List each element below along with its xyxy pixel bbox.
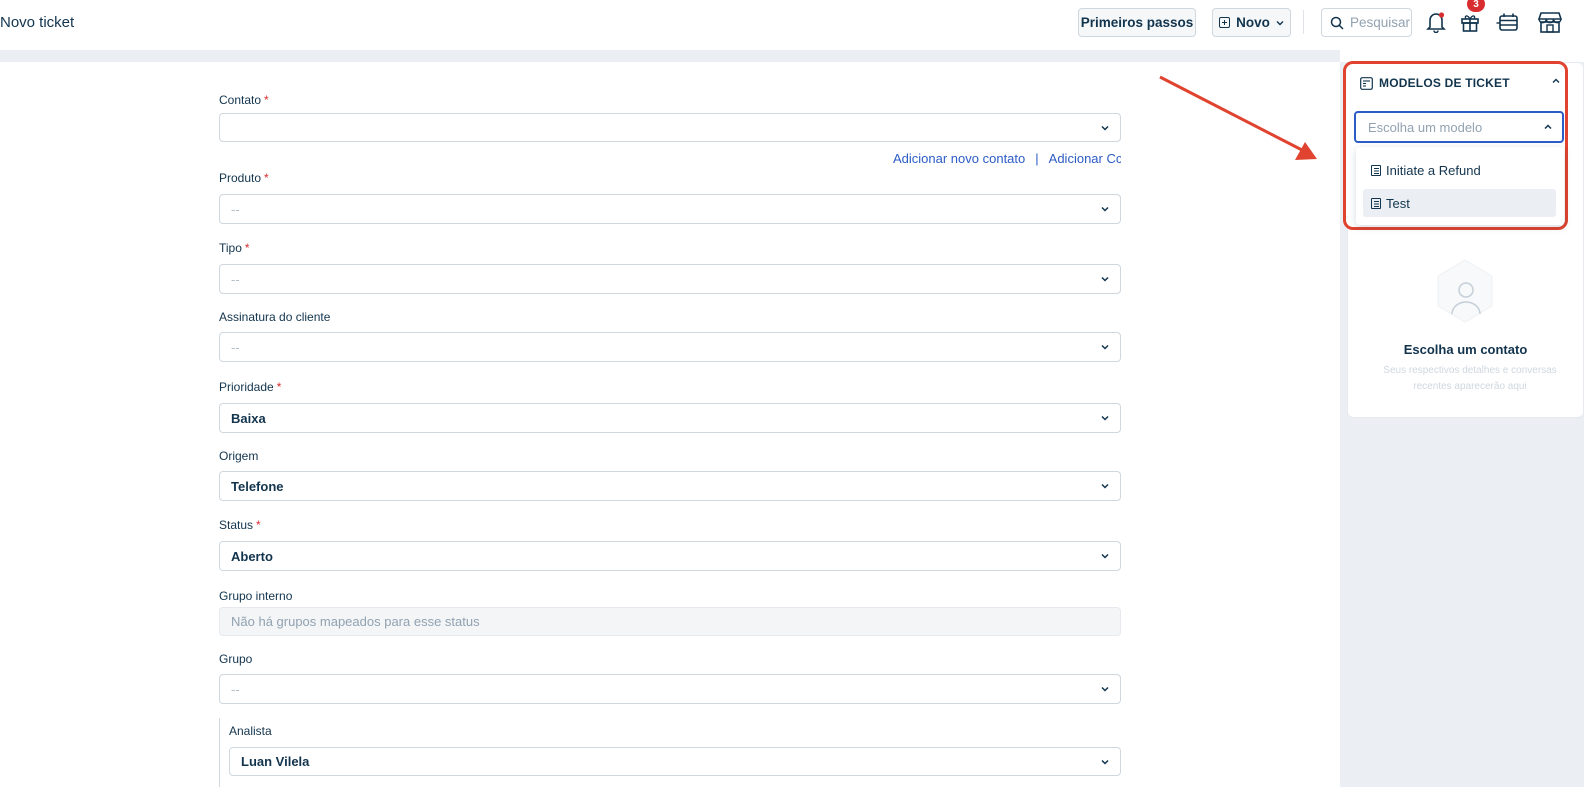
- notifications-button[interactable]: [1423, 9, 1449, 35]
- model-option[interactable]: Initiate a Refund: [1363, 156, 1556, 184]
- prioridade-select[interactable]: Baixa: [219, 403, 1121, 433]
- content-top-border: [0, 50, 1340, 62]
- chevron-down-icon: [1101, 276, 1109, 282]
- contact-placeholder-icon: [1437, 259, 1493, 323]
- tipo-select[interactable]: --: [219, 264, 1121, 294]
- prioridade-label: Prioridade *: [219, 380, 282, 394]
- model-option[interactable]: Test: [1363, 189, 1556, 217]
- annotation-arrow-icon: [1159, 75, 1317, 160]
- calendar-icon: [1496, 13, 1518, 31]
- store-icon: [1538, 12, 1562, 33]
- grupo-select[interactable]: --: [219, 674, 1121, 704]
- chevron-down-icon: [1101, 415, 1109, 421]
- chevron-down-icon: [1101, 206, 1109, 212]
- header-divider: [1303, 10, 1304, 34]
- produto-select[interactable]: --: [219, 194, 1121, 224]
- novo-label: Novo: [1236, 15, 1270, 30]
- contact-links: Adicionar novo contato | Adicionar Cc: [893, 151, 1121, 166]
- chevron-down-icon: [1276, 20, 1284, 25]
- novo-button[interactable]: Novo: [1212, 8, 1291, 37]
- top-header: Novo ticket Primeiros passos Novo Pesqui…: [0, 0, 1584, 50]
- chevron-down-icon: [1101, 483, 1109, 489]
- chevron-down-icon: [1101, 686, 1109, 692]
- origem-label: Origem: [219, 449, 259, 463]
- bell-icon: [1426, 12, 1446, 33]
- assinatura-select[interactable]: --: [219, 332, 1121, 362]
- status-label: Status *: [219, 518, 261, 532]
- gifts-button[interactable]: [1457, 9, 1483, 35]
- page-title: Novo ticket: [0, 14, 75, 31]
- grupo-label: Grupo: [219, 652, 253, 666]
- add-contact-link[interactable]: Adicionar novo contato: [893, 151, 1025, 166]
- analista-label: Analista: [229, 724, 272, 738]
- plus-box-icon: [1219, 17, 1231, 28]
- contact-empty-title: Escolha um contato: [1403, 342, 1528, 357]
- gift-icon: [1461, 15, 1479, 32]
- document-icon: [1371, 197, 1381, 209]
- primeiros-passos-button[interactable]: Primeiros passos: [1078, 8, 1196, 37]
- model-select[interactable]: Escolha um modelo: [1354, 111, 1564, 143]
- tipo-label: Tipo *: [219, 241, 250, 255]
- grupo-interno-label: Grupo interno: [219, 589, 293, 603]
- marketplace-button[interactable]: [1537, 9, 1563, 35]
- analista-select[interactable]: Luan Vilela: [229, 747, 1121, 776]
- chevron-down-icon: [1101, 125, 1109, 131]
- chevron-down-icon: [1101, 553, 1109, 559]
- modelos-header[interactable]: MODELOS DE TICKET: [1360, 76, 1510, 90]
- collapse-chevron-icon[interactable]: [1551, 76, 1561, 86]
- contact-empty-subtitle: Seus respectivos detalhes e conversas re…: [1383, 365, 1557, 392]
- contato-label: Contato *: [219, 93, 269, 107]
- chevron-up-icon: [1544, 124, 1552, 130]
- status-select[interactable]: Aberto: [219, 541, 1121, 571]
- produto-label: Produto *: [219, 171, 269, 185]
- search-icon: [1330, 16, 1344, 30]
- modelos-title: MODELOS DE TICKET: [1379, 76, 1510, 90]
- model-select-placeholder: Escolha um modelo: [1368, 119, 1483, 135]
- document-icon: [1371, 164, 1381, 176]
- calendar-button[interactable]: [1495, 9, 1521, 35]
- origem-select[interactable]: Telefone: [219, 471, 1121, 501]
- search-placeholder: Pesquisar: [1350, 15, 1411, 30]
- chevron-down-icon: [1101, 759, 1109, 765]
- assinatura-label: Assinatura do cliente: [219, 310, 331, 324]
- contato-select[interactable]: [219, 113, 1121, 142]
- search-input[interactable]: Pesquisar: [1321, 8, 1412, 37]
- chevron-down-icon: [1101, 344, 1109, 350]
- template-icon: [1360, 76, 1373, 90]
- add-cc-link[interactable]: Adicionar Cc: [1049, 151, 1121, 166]
- grupo-interno-field: Não há grupos mapeados para esse status: [219, 607, 1121, 636]
